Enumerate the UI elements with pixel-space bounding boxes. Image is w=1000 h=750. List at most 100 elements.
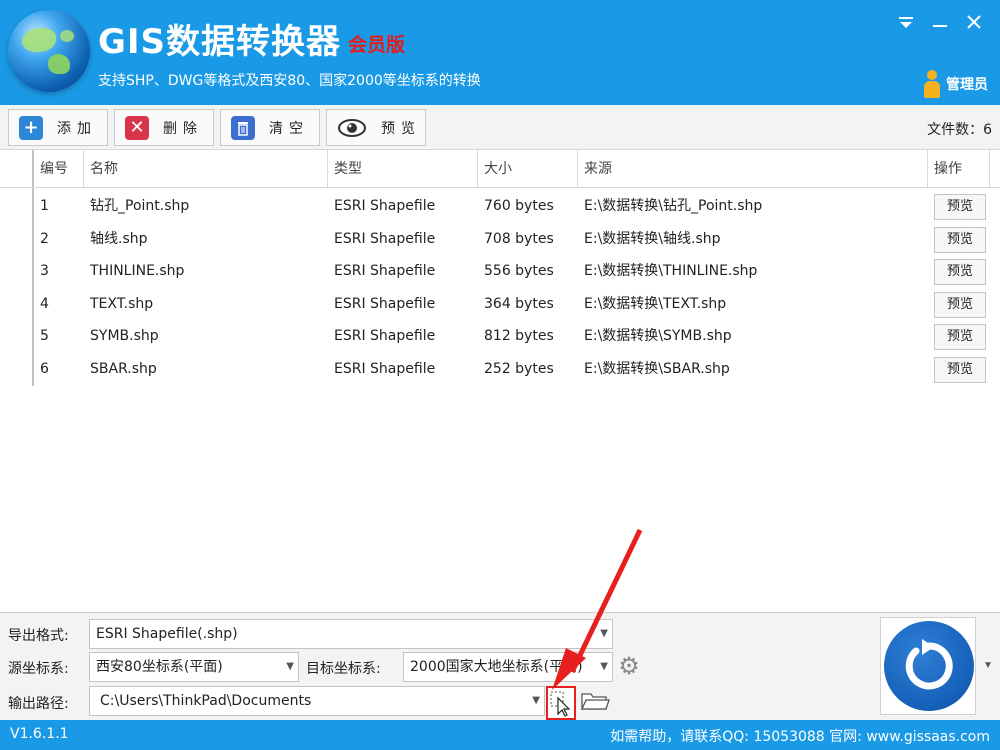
column-header-name[interactable]: 名称 (84, 150, 328, 188)
cell-size: 760 bytes (484, 198, 554, 214)
target-crs-label: 目标坐标系: (306, 661, 381, 677)
cell-type: ESRI Shapefile (334, 263, 436, 279)
cell-source: E:\数据转换\TEXT.shp (584, 296, 727, 312)
cell-name: TEXT.shp (90, 296, 154, 312)
cell-name: SYMB.shp (90, 328, 159, 344)
table-row[interactable]: 1 钻孔_Point.shp ESRI Shapefile 760 bytes … (0, 190, 1000, 222)
cell-size: 556 bytes (484, 263, 554, 279)
column-header-size[interactable]: 大小 (478, 150, 578, 188)
export-format-label: 导出格式: (8, 628, 69, 644)
column-header-type[interactable]: 类型 (328, 150, 478, 188)
row-preview-button[interactable]: 预览 (934, 194, 986, 220)
cell-type: ESRI Shapefile (334, 361, 436, 377)
delete-button-label: 删除 (163, 120, 203, 137)
plus-icon: + (19, 115, 43, 140)
user-menu[interactable]: 管理员 (924, 70, 988, 98)
table-header: 编号 名称 类型 大小 来源 操作 (0, 150, 1000, 188)
export-format-select[interactable]: ESRI Shapefile(.shp) ▼ (89, 619, 613, 649)
user-label: 管理员 (946, 77, 988, 93)
table-row[interactable]: 4 TEXT.shp ESRI Shapefile 364 bytes E:\数… (0, 288, 1000, 320)
add-button-label: 添加 (57, 120, 97, 137)
row-preview-button[interactable]: 预览 (934, 259, 986, 285)
row-preview-button[interactable]: 预览 (934, 357, 986, 383)
cell-id: 1 (40, 198, 49, 214)
app-subtitle: 支持SHP、DWG等格式及西安80、国家2000等坐标系的转换 (98, 73, 481, 89)
cell-type: ESRI Shapefile (334, 296, 436, 312)
add-button[interactable]: + 添加 (8, 109, 108, 146)
file-table: 编号 名称 类型 大小 来源 操作 1 钻孔_Point.shp ESRI Sh… (0, 150, 1000, 612)
cell-size: 252 bytes (484, 361, 554, 377)
gear-icon[interactable]: ⚙ (614, 652, 644, 682)
cell-source: E:\数据转换\轴线.shp (584, 231, 721, 247)
cell-source: E:\数据转换\钻孔_Point.shp (584, 198, 763, 214)
cell-id: 5 (40, 328, 49, 344)
version-label: V1.6.1.1 (10, 726, 69, 742)
cell-type: ESRI Shapefile (334, 231, 436, 247)
cell-type: ESRI Shapefile (334, 198, 436, 214)
cell-id: 2 (40, 231, 49, 247)
user-icon (924, 70, 940, 98)
minimize-icon[interactable] (926, 8, 954, 36)
target-crs-value: 2000国家大地坐标系(平面) (410, 659, 583, 675)
source-crs-value: 西安80坐标系(平面) (96, 659, 223, 675)
cell-name: 轴线.shp (90, 231, 148, 247)
chevron-down-icon: ▼ (600, 628, 608, 639)
folder-icon (580, 693, 610, 710)
trash-icon (231, 115, 255, 140)
clear-button[interactable]: 清空 (220, 109, 320, 146)
menu-icon[interactable] (892, 8, 920, 36)
row-preview-button[interactable]: 预览 (934, 292, 986, 318)
cell-size: 812 bytes (484, 328, 554, 344)
close-icon[interactable] (960, 8, 988, 36)
run-options-dropdown[interactable]: ▼ (978, 617, 998, 715)
table-row[interactable]: 6 SBAR.shp ESRI Shapefile 252 bytes E:\数… (0, 353, 1000, 385)
column-header-action[interactable]: 操作 (928, 150, 990, 188)
chevron-down-icon: ▼ (532, 695, 540, 706)
source-crs-select[interactable]: 西安80坐标系(平面) ▼ (89, 652, 299, 682)
output-path-value: C:\Users\ThinkPad\Documents (100, 693, 312, 709)
column-header-id[interactable]: 编号 (34, 150, 84, 188)
table-row[interactable]: 2 轴线.shp ESRI Shapefile 708 bytes E:\数据转… (0, 223, 1000, 255)
cell-size: 708 bytes (484, 231, 554, 247)
output-path-input[interactable]: C:\Users\ThinkPad\Documents ▼ (89, 686, 545, 716)
file-count: 文件数：6 (927, 122, 992, 138)
cell-id: 4 (40, 296, 49, 312)
cell-name: 钻孔_Point.shp (90, 198, 190, 214)
cell-source: E:\数据转换\THINLINE.shp (584, 263, 758, 279)
cursor-select-icon (550, 691, 571, 717)
chevron-down-icon: ▼ (286, 661, 294, 672)
refresh-icon (905, 639, 953, 690)
browse-folder-button[interactable] (580, 689, 610, 717)
cell-id: 6 (40, 361, 49, 377)
cell-source: E:\数据转换\SYMB.shp (584, 328, 732, 344)
status-bar: V1.6.1.1 如需帮助，请联系QQ: 15053088 官网: www.gi… (0, 720, 1000, 750)
chevron-down-icon: ▼ (600, 661, 608, 672)
cell-size: 364 bytes (484, 296, 554, 312)
toolbar: + 添加 ✕ 删除 清空 预览 文件数：6 (0, 105, 1000, 150)
table-row[interactable]: 3 THINLINE.shp ESRI Shapefile 556 bytes … (0, 255, 1000, 287)
app-header: GIS数据转换器 会员版 支持SHP、DWG等格式及西安80、国家2000等坐标… (0, 0, 1000, 105)
cell-id: 3 (40, 263, 49, 279)
clear-button-label: 清空 (269, 120, 309, 137)
column-header-source[interactable]: 来源 (578, 150, 928, 188)
select-path-button[interactable] (546, 686, 576, 720)
eye-icon (337, 116, 367, 140)
export-format-value: ESRI Shapefile(.shp) (96, 626, 238, 642)
contact-info: 如需帮助，请联系QQ: 15053088 官网: www.gissaas.com (610, 729, 990, 745)
row-preview-button[interactable]: 预览 (934, 324, 986, 350)
delete-button[interactable]: ✕ 删除 (114, 109, 214, 146)
settings-panel: 导出格式: ESRI Shapefile(.shp) ▼ 源坐标系: 西安80坐… (0, 612, 1000, 720)
target-crs-select[interactable]: 2000国家大地坐标系(平面) ▼ (403, 652, 613, 682)
delete-x-icon: ✕ (125, 115, 149, 140)
source-crs-label: 源坐标系: (8, 661, 69, 677)
edition-badge: 会员版 (348, 34, 406, 56)
convert-run-button[interactable] (884, 621, 974, 711)
globe-logo-icon (8, 10, 90, 92)
preview-button-label: 预览 (381, 120, 421, 137)
cell-type: ESRI Shapefile (334, 328, 436, 344)
preview-button[interactable]: 预览 (326, 109, 426, 146)
row-preview-button[interactable]: 预览 (934, 227, 986, 253)
cell-name: SBAR.shp (90, 361, 157, 377)
table-row[interactable]: 5 SYMB.shp ESRI Shapefile 812 bytes E:\数… (0, 320, 1000, 352)
cell-name: THINLINE.shp (90, 263, 185, 279)
